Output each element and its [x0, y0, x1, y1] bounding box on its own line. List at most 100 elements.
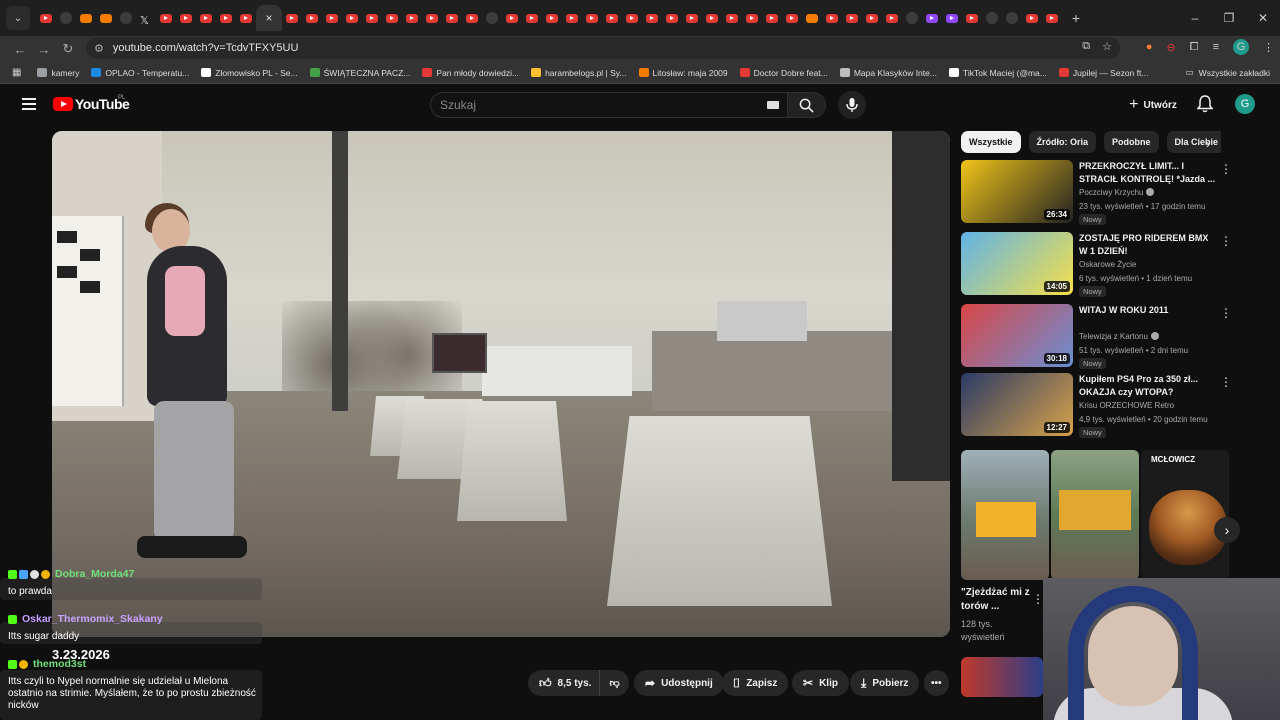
browser-tab[interactable] — [942, 5, 962, 31]
tab-search-icon[interactable]: ⌄ — [6, 6, 30, 30]
recommended-video[interactable]: 30:18 WITAJ W ROKU 2011 Telewizja z Karton… — [961, 304, 1241, 369]
search-button[interactable] — [788, 92, 826, 118]
filter-chip[interactable]: Źródło: Oria — [1028, 131, 1097, 153]
extensions-puzzle-icon[interactable]: ⧠ — [1190, 41, 1199, 54]
share-button[interactable]: ➦ Udostępnij — [634, 670, 724, 696]
bookmark-item[interactable]: OPLAO - Temperatu... — [91, 68, 189, 78]
video-title[interactable]: WITAJ W ROKU 2011 — [1079, 304, 1215, 317]
video-thumbnail[interactable]: 30:18 — [961, 304, 1073, 367]
browser-tab[interactable] — [382, 5, 402, 31]
extension-icon[interactable]: ⊖ — [1167, 41, 1176, 54]
browser-tab[interactable] — [662, 5, 682, 31]
partial-thumbnail[interactable] — [961, 657, 1043, 697]
bookmark-item[interactable]: kamery — [37, 68, 79, 78]
browser-tab[interactable] — [362, 5, 382, 31]
bookmark-item[interactable]: ŚWIĄTECZNA PACZ... — [309, 68, 410, 78]
browser-tab[interactable] — [96, 5, 116, 31]
browser-tab[interactable] — [302, 5, 322, 31]
browser-tab[interactable] — [176, 5, 196, 31]
extension-icon[interactable]: ● — [1146, 41, 1153, 53]
browser-tab[interactable] — [502, 5, 522, 31]
new-tab-button[interactable]: + — [1066, 5, 1086, 31]
browser-tab[interactable] — [782, 5, 802, 31]
minimize-icon[interactable]: – — [1178, 0, 1212, 36]
bookmark-star-icon[interactable]: ☆ — [1102, 40, 1112, 53]
browser-tab[interactable] — [482, 5, 502, 31]
reload-icon[interactable]: ↻ — [56, 37, 80, 61]
bookmark-item[interactable]: Jupilej — Sezon ft... — [1058, 68, 1148, 78]
browser-tab[interactable] — [156, 5, 176, 31]
browser-tab[interactable] — [862, 5, 882, 31]
browser-tab[interactable] — [822, 5, 842, 31]
keyboard-icon[interactable] — [767, 101, 779, 109]
search-input[interactable] — [440, 98, 740, 112]
recommended-video[interactable]: 26:34 PRZEKROCZYŁ LIMIT... I STRACIŁ KONT… — [961, 160, 1241, 225]
short-thumbnail[interactable] — [1051, 450, 1139, 580]
browser-tab[interactable] — [562, 5, 582, 31]
browser-tab[interactable]: 𝕏 — [136, 5, 156, 31]
bookmark-item[interactable]: Pan młody dowiedzi... — [422, 68, 519, 78]
open-in-app-icon[interactable]: ⧉ — [1082, 40, 1090, 53]
browser-tab[interactable] — [402, 5, 422, 31]
channel-name[interactable]: Krisu ORZECHOWE Retro — [1079, 401, 1174, 410]
chips-next-icon[interactable]: › — [1206, 137, 1210, 151]
browser-tab[interactable] — [1022, 5, 1042, 31]
browser-tab[interactable] — [602, 5, 622, 31]
filter-chip[interactable]: Dla Ciebie — [1166, 131, 1221, 153]
recommended-video[interactable]: 12:27 Kupiłem PS4 Pro za 350 zł... OKAZJA… — [961, 373, 1241, 438]
video-title[interactable]: ZOSTAJĘ PRO RIDEREM BMX W 1 DZIEŃ! — [1079, 232, 1215, 258]
browser-tab[interactable] — [282, 5, 302, 31]
browser-tab[interactable] — [682, 5, 702, 31]
youtube-logo[interactable]: YouTube PL — [53, 95, 130, 112]
browser-tab[interactable] — [982, 5, 1002, 31]
browser-tab[interactable] — [642, 5, 662, 31]
address-bar[interactable]: ⚙ youtube.com/watch?v=TcdvTFXY5UU ⧉ ☆ — [86, 37, 1120, 59]
browser-tab[interactable] — [722, 5, 742, 31]
download-button[interactable]: ⤓ Pobierz — [850, 670, 920, 696]
browser-tab[interactable] — [762, 5, 782, 31]
video-thumbnail[interactable]: 12:27 — [961, 373, 1073, 436]
like-button[interactable]: 👍︎ 8,5 tys. — [528, 670, 600, 696]
back-icon[interactable]: ← — [8, 37, 32, 61]
create-button[interactable]: + Utwórz — [1120, 91, 1186, 119]
browser-tab[interactable] — [342, 5, 362, 31]
browser-tab[interactable] — [462, 5, 482, 31]
bookmark-item[interactable]: Mapa Klasyków Inte... — [839, 68, 937, 78]
channel-name[interactable]: Oskarowe Życie — [1079, 260, 1136, 269]
video-thumbnail[interactable]: 14:05 — [961, 232, 1073, 295]
recommended-video[interactable]: 14:05 ZOSTAJĘ PRO RIDEREM BMX W 1 DZIEŃ! O… — [961, 232, 1241, 297]
browser-tab[interactable] — [422, 5, 442, 31]
short-thumbnail[interactable] — [961, 450, 1049, 580]
browser-tab[interactable] — [216, 5, 236, 31]
browser-tab[interactable] — [196, 5, 216, 31]
browser-tab[interactable] — [36, 5, 56, 31]
video-menu-icon[interactable]: ⋮ — [1220, 375, 1232, 389]
menu-hamburger-icon[interactable] — [22, 98, 36, 110]
browser-tab[interactable] — [802, 5, 822, 31]
browser-tab[interactable] — [76, 5, 96, 31]
clip-button[interactable]: ✂ Klip — [792, 670, 849, 696]
browser-tab[interactable] — [442, 5, 462, 31]
browser-tab[interactable] — [322, 5, 342, 31]
save-button[interactable]: ⌷ Zapisz — [722, 670, 789, 696]
bookmark-item[interactable]: Litosław: maja 2009 — [638, 68, 728, 78]
short-title[interactable]: "Zjeżdżać mi z torów ... — [961, 586, 1033, 614]
browser-tab[interactable] — [56, 5, 76, 31]
bookmark-item[interactable]: Doctor Dobre feat... — [739, 68, 828, 78]
all-bookmarks-folder[interactable]: ▭ Wszystkie zakładki — [1186, 67, 1270, 78]
browser-tab[interactable] — [1002, 5, 1022, 31]
browser-tab[interactable] — [742, 5, 762, 31]
maximize-icon[interactable]: ❐ — [1212, 0, 1246, 36]
browser-tab[interactable] — [902, 5, 922, 31]
channel-name[interactable]: Poczciwy Krzychu — [1079, 188, 1155, 197]
short-thumbnail[interactable]: MCŁOWICZ — [1141, 450, 1229, 580]
browser-tab[interactable] — [116, 5, 136, 31]
active-tab-close-icon[interactable]: × — [256, 5, 282, 31]
video-title[interactable]: Kupiłem PS4 Pro za 350 zł... OKAZJA czy … — [1079, 373, 1215, 399]
browser-tab[interactable] — [702, 5, 722, 31]
browser-tab[interactable] — [922, 5, 942, 31]
browser-tab[interactable] — [622, 5, 642, 31]
apps-grid-icon[interactable]: ▦ — [12, 67, 21, 78]
browser-tab[interactable] — [582, 5, 602, 31]
browser-tab[interactable] — [522, 5, 542, 31]
